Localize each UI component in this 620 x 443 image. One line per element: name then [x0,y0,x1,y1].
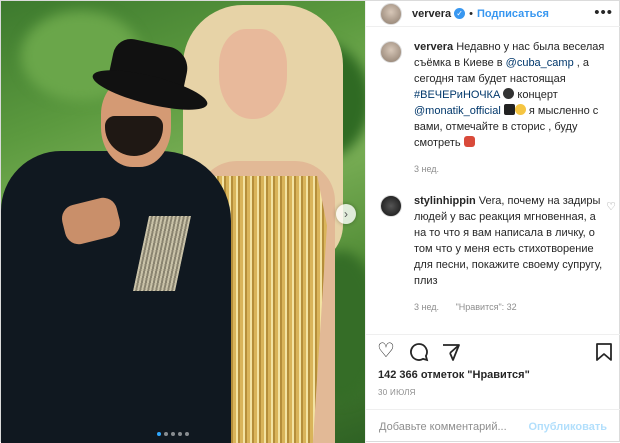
comment-meta: 3 нед. "Нравится": 32 [414,299,604,315]
dancer-emoji-icon [463,136,475,147]
post-header: ververa ✓ • Подписаться ••• [366,1,620,27]
caption-username[interactable]: ververa [414,41,453,53]
caption: ververa Недавно у нас была веселая съёмк… [380,39,616,177]
caption-time[interactable]: 3 нед. [414,161,616,177]
carousel-dot [164,432,168,436]
add-comment-bar: Опубликовать [365,409,620,443]
comment-bubble-icon[interactable] [409,339,429,368]
avatar[interactable] [380,2,402,25]
author-username[interactable]: ververa [412,8,451,20]
carousel-dots [157,432,189,436]
hashtag-link[interactable]: #ВЕЧЕРиНОЧКА [414,89,500,101]
carousel-dot [171,432,175,436]
comment-likes[interactable]: "Нравится": 32 [456,302,517,312]
comment-time[interactable]: 3 нед. [414,302,439,312]
comment-input[interactable] [379,420,529,433]
carousel-dot [157,432,161,436]
carousel-next-button[interactable]: › [336,204,356,224]
post-photo[interactable]: › [1,1,365,443]
chevron-right-icon: › [344,207,348,221]
carousel-dot [185,432,189,436]
share-icon[interactable] [441,339,461,368]
carousel-dot [178,432,182,436]
comment-text: Vera, почему на задиры людей у вас реакц… [414,195,603,287]
man-figure [1,151,231,443]
avatar[interactable] [380,195,402,217]
verified-badge-icon: ✓ [454,8,466,19]
like-heart-icon[interactable]: ♡ [377,339,395,363]
mention-link[interactable]: @cuba_camp [506,57,574,69]
instagram-post: › ververa ✓ • Подписаться ••• ververa Не… [0,0,620,443]
black-heart-emoji-icon [503,104,515,115]
caption-text: концерт [514,89,558,101]
more-icon[interactable]: ••• [594,4,613,21]
woman-face [219,29,287,119]
comment-body: stylinhippin Vera, почему на задиры люде… [414,193,604,315]
smiley-emoji-icon [514,104,526,115]
post-date[interactable]: 30 ИЮЛЯ [378,388,416,397]
avatar[interactable] [380,41,402,63]
action-bar: ♡ [365,334,620,364]
comment-item: stylinhippin Vera, почему на задиры люде… [380,193,616,315]
mention-link[interactable]: @monatik_official [414,105,501,117]
header-separator: • [469,7,474,20]
publish-button[interactable]: Опубликовать [528,421,607,433]
caption-body: ververa Недавно у нас была веселая съёмк… [414,39,616,177]
bookmark-icon[interactable] [595,339,613,368]
follow-button[interactable]: Подписаться [477,8,549,20]
bomb-emoji-icon [503,88,515,99]
likes-count[interactable]: 142 366 отметок "Нравится" [378,369,530,381]
comment-username[interactable]: stylinhippin [414,195,476,207]
comment-like-heart-icon[interactable]: ♡ [606,200,616,213]
